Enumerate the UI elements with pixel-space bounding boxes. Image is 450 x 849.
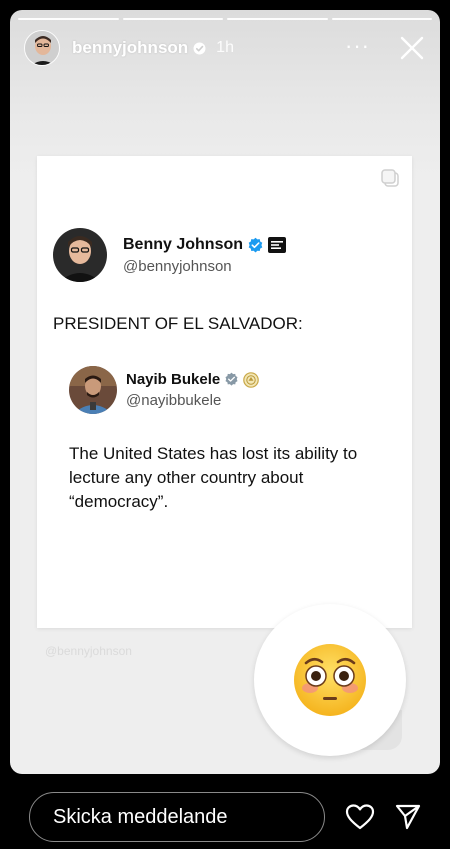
story-header: bennyjohnson 1h ··· bbox=[24, 30, 426, 66]
story-timestamp: 1h bbox=[216, 39, 234, 56]
watermark: @bennyjohnson bbox=[45, 644, 132, 658]
send-icon[interactable] bbox=[395, 803, 421, 831]
close-icon[interactable] bbox=[398, 34, 426, 62]
quoted-author-name-row: Nayib Bukele bbox=[126, 371, 260, 388]
progress-segment bbox=[18, 18, 119, 20]
government-seal-icon bbox=[243, 371, 260, 388]
progress-segment bbox=[227, 18, 328, 20]
story-footer bbox=[0, 774, 450, 849]
post-author-name: Benny Johnson bbox=[123, 236, 244, 253]
progress-segment bbox=[331, 18, 432, 20]
post-author-name-row: Benny Johnson bbox=[123, 236, 287, 254]
post-author-avatar bbox=[53, 228, 107, 282]
emoji-reaction-sticker[interactable] bbox=[254, 604, 406, 756]
affiliate-logo-icon bbox=[268, 237, 287, 253]
progress-segment bbox=[122, 18, 223, 20]
quoted-post-text: The United States has lost its ability t… bbox=[69, 444, 358, 511]
send-message-input[interactable] bbox=[29, 792, 325, 842]
story-author-avatar[interactable] bbox=[24, 30, 60, 66]
flushed-face-emoji-icon bbox=[294, 644, 366, 716]
quoted-author-name: Nayib Bukele bbox=[126, 371, 221, 388]
quoted-author-avatar bbox=[69, 366, 117, 414]
shared-post-card[interactable]: Benny Johnson @bennyjohnson PRESIDENT OF… bbox=[37, 156, 412, 628]
more-options-icon[interactable]: ··· bbox=[345, 35, 370, 57]
verified-badge-icon bbox=[248, 237, 263, 252]
heart-icon[interactable] bbox=[345, 803, 375, 831]
copy-icon[interactable] bbox=[380, 168, 400, 188]
story-username[interactable]: bennyjohnson bbox=[72, 38, 188, 58]
story-progress-bar bbox=[18, 18, 432, 20]
post-text: PRESIDENT OF EL SALVADOR: bbox=[53, 314, 303, 333]
quoted-author-handle: @nayibbukele bbox=[126, 392, 222, 409]
story-frame[interactable]: bennyjohnson 1h ··· Benny Johnson @benny… bbox=[10, 10, 440, 774]
post-author-handle: @bennyjohnson bbox=[123, 258, 232, 275]
verified-icon bbox=[193, 42, 206, 54]
verified-gray-badge-icon bbox=[225, 372, 238, 386]
